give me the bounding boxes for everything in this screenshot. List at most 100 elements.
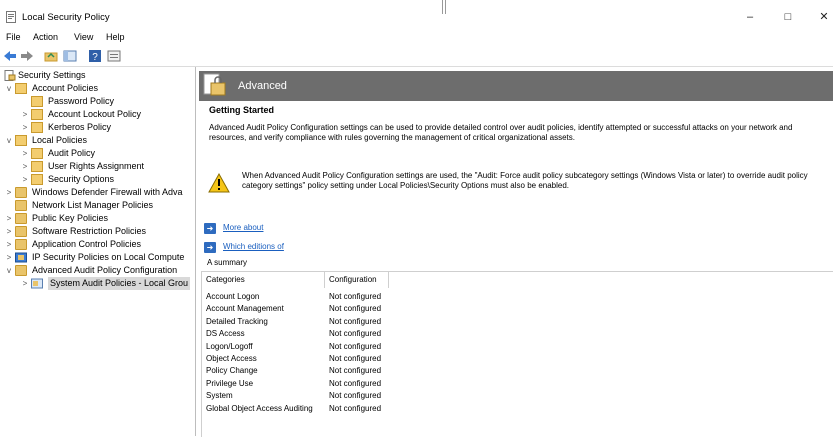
banner-title: Advanced [238,80,287,92]
tree-label: Public Key Policies [32,213,109,223]
folder-lock-icon [15,83,27,94]
expand-chevron-icon[interactable]: > [20,108,30,121]
expand-chevron-icon[interactable]: > [20,121,30,134]
table-row[interactable]: System Not configured [202,390,602,402]
folder-icon [15,239,27,250]
expand-chevron-icon[interactable]: v [4,82,14,95]
properties-icon[interactable] [107,49,121,63]
menu-help[interactable]: Help [106,32,125,42]
category-cell: Policy Change [206,366,258,376]
expand-chevron-icon[interactable]: > [4,251,14,264]
details-pane: Advanced Getting Started Advanced Audit … [196,67,833,437]
maximize-button[interactable]: □ [778,8,798,26]
expand-chevron-icon[interactable]: v [4,264,14,277]
column-header-configuration[interactable]: Configuration [325,272,389,288]
tree-label: Account Policies [32,83,99,93]
link-label[interactable]: Which editions of [223,242,284,251]
expand-chevron-icon[interactable]: > [4,212,14,225]
table-row[interactable]: Account Logon Not configured [202,291,602,303]
tree-label: System Audit Policies - Local Grou [48,277,191,290]
title-bar: Local Security Policy – □ ✕ [0,0,833,32]
configuration-cell: Not configured [329,403,382,413]
configuration-cell: Not configured [329,341,382,351]
arrow-right-icon: ➜ [204,223,216,234]
getting-started-text: Advanced Audit Policy Configuration sett… [209,123,793,142]
arrow-right-icon: ➜ [204,242,216,253]
category-cell: Global Object Access Auditing [206,403,313,413]
tree-label: Network List Manager Policies [32,200,154,210]
link-label[interactable]: More about [223,223,263,232]
expand-chevron-icon[interactable]: v [4,134,14,147]
getting-started-title: Getting Started [209,105,275,115]
folder-lock-icon [31,109,43,120]
back-icon[interactable] [3,49,17,63]
tree-label: Security Options [48,174,115,184]
menu-bar: File Action View Help [0,31,833,45]
column-header-categories[interactable]: Categories [202,272,325,288]
tree-label: Advanced Audit Policy Configuration [32,265,178,275]
menu-file[interactable]: File [6,32,21,42]
category-cell: Account Management [206,304,284,314]
expand-chevron-icon[interactable]: > [4,225,14,238]
menu-view[interactable]: View [74,32,93,42]
minimize-button[interactable]: – [740,8,760,26]
expand-chevron-icon[interactable]: > [4,238,14,251]
tree-label: Software Restriction Policies [32,226,147,236]
folder-lock-icon [203,73,226,96]
table-row[interactable]: Detailed Tracking Not configured [202,316,602,328]
security-settings-icon [4,70,16,81]
category-cell: Object Access [206,354,257,363]
configuration-cell: Not configured [329,391,382,401]
table-row[interactable]: Privilege Use Not configured [202,378,602,390]
folder-icon [15,187,27,198]
toolbar: ? [0,46,833,67]
configuration-cell: Not configured [329,329,382,339]
tree-label: Application Control Policies [32,239,142,249]
warning-text: When Advanced Audit Policy Configuration… [242,171,808,190]
expand-chevron-icon[interactable]: > [20,277,30,290]
audit-policy-icon [31,278,43,289]
header-banner: Advanced [199,71,833,101]
tree-label: Password Policy [48,96,115,106]
table-row[interactable]: Account Management Not configured [202,303,602,315]
category-cell: System [206,391,233,401]
table-row[interactable]: Policy Change Not configured [202,365,602,377]
category-cell: Privilege Use [206,378,254,388]
show-tree-icon[interactable] [63,49,77,63]
expand-chevron-icon[interactable]: > [20,160,30,173]
close-button[interactable]: ✕ [814,8,833,26]
folder-icon [15,226,27,237]
up-folder-icon[interactable] [44,49,58,63]
folder-lock-icon [31,96,43,107]
expand-chevron-icon[interactable]: > [20,147,30,160]
folder-lock-icon [31,174,43,185]
help-icon[interactable]: ? [88,49,102,63]
drag-grip[interactable] [442,0,446,14]
configuration-cell: Not configured [329,304,382,314]
table-row[interactable]: DS Access Not configured [202,328,602,340]
table-row[interactable]: Global Object Access Auditing Not configu… [202,403,602,415]
tree-label: Audit Policy [48,148,96,158]
app-icon [6,11,16,23]
menu-action[interactable]: Action [33,32,58,42]
forward-icon[interactable] [20,49,34,63]
svg-text:?: ? [92,52,98,63]
table-row[interactable]: Object Access Not configured [202,353,602,365]
folder-icon [15,213,27,224]
tree-label: Security Settings [18,70,86,80]
folder-lock-icon [15,135,27,146]
table-row[interactable]: Logon/Logoff Not configured [202,341,602,353]
tree-label: Local Policies [32,135,88,145]
configuration-cell: Not configured [329,316,382,326]
category-cell: Detailed Tracking [206,316,268,326]
summary-table: Categories Configuration Account Logon No… [201,271,833,437]
ip-security-icon [15,252,27,263]
folder-icon [15,265,27,276]
configuration-cell: Not configured [329,378,382,388]
expand-chevron-icon[interactable]: > [20,173,30,186]
tree-label: User Rights Assignment [48,161,145,171]
tree-label: IP Security Policies on Local Compute [32,252,185,262]
warning-icon [208,173,230,193]
expand-chevron-icon[interactable]: > [4,186,14,199]
folder-lock-icon [31,148,43,159]
